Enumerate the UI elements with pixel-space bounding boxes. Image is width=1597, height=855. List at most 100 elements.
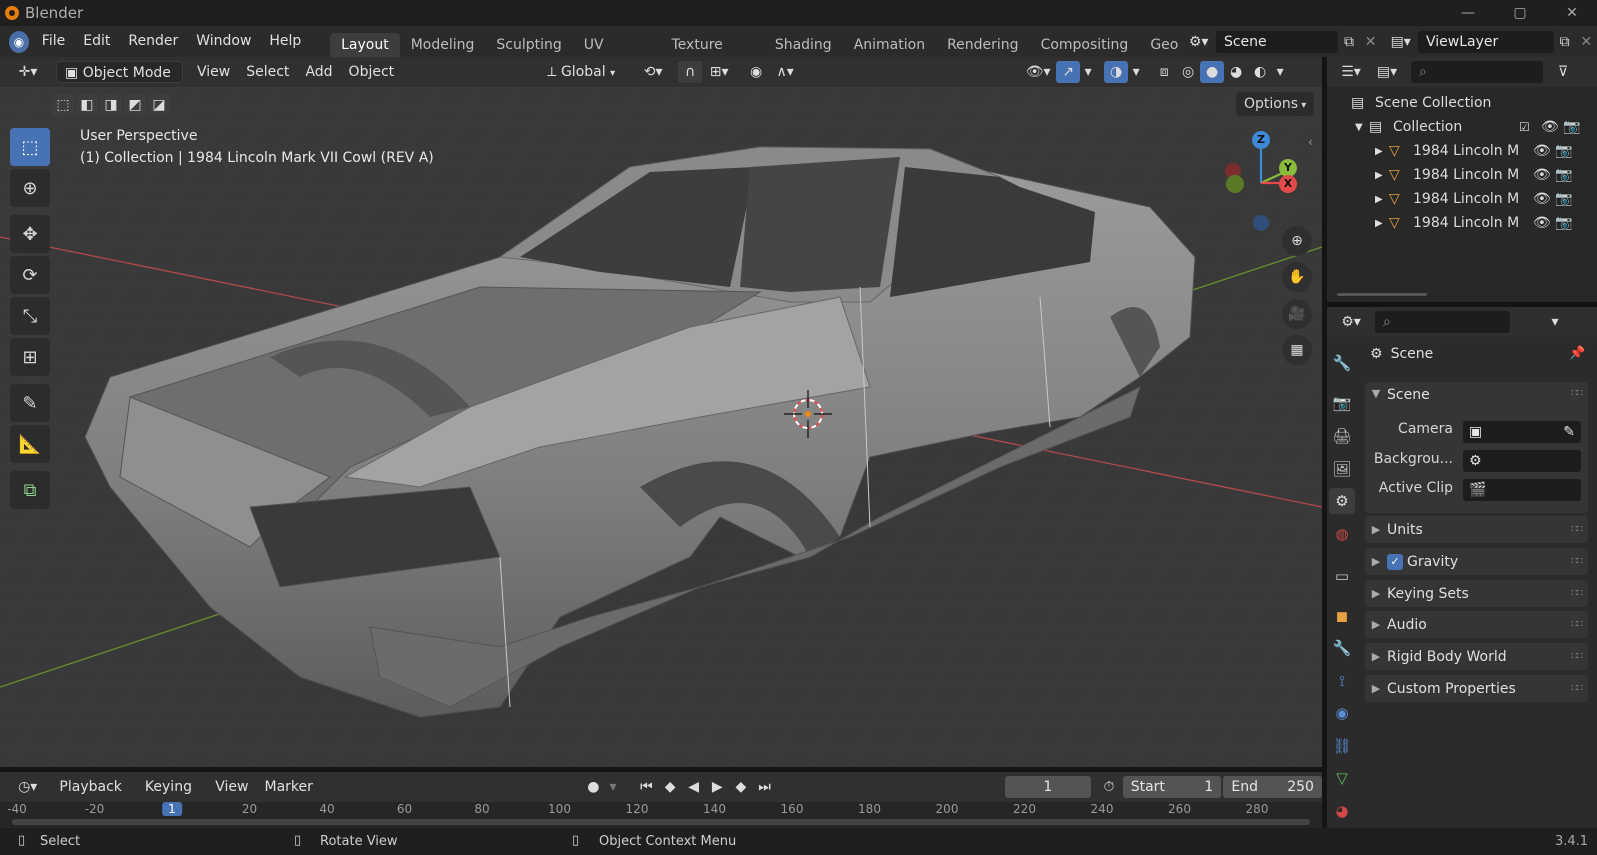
pin-icon[interactable]: 📌 [1569, 346, 1585, 361]
object-icon[interactable]: ◼ [1329, 603, 1355, 629]
outliner-search-input[interactable]: ⌕ [1411, 61, 1543, 83]
maximize-button[interactable]: ▢ [1497, 0, 1543, 26]
snap-target-icon[interactable]: ⊞▾ [702, 61, 736, 83]
eye-icon[interactable]: 👁 [1533, 215, 1555, 231]
rigid-body-world-panel[interactable]: ▶ Rigid Body World ∷∷ [1365, 643, 1588, 670]
particles-icon[interactable]: ⟟ [1329, 668, 1355, 694]
jump-start-icon[interactable]: ⏮ [635, 776, 659, 798]
play-reverse-icon[interactable]: ◀ [682, 776, 706, 798]
expand-arrow-icon[interactable]: ▶ [1375, 218, 1389, 229]
expand-arrow-icon[interactable]: ▶ [1375, 170, 1389, 181]
expand-arrow-icon[interactable]: ▶ [1375, 194, 1389, 205]
scene-browse-icon[interactable]: ⚙▾ [1183, 31, 1214, 53]
menu-object[interactable]: Object [341, 61, 403, 83]
delete-scene-icon[interactable]: ✕ [1360, 31, 1382, 53]
select-subtract-icon[interactable]: ◨ [100, 94, 122, 116]
outliner-object-row[interactable]: ▶ ▽ 1984 Lincoln M 👁 📷 [1327, 187, 1597, 211]
start-frame-field[interactable]: Start 1 [1122, 776, 1222, 798]
drag-handle-icon[interactable]: ∷∷ [1571, 524, 1583, 535]
chevron-down-icon[interactable]: ▾ [1128, 61, 1144, 83]
outliner-collection[interactable]: ▼ ▤ Collection ☑ 👁 📷 [1327, 115, 1597, 139]
playhead[interactable]: 1 [162, 802, 182, 816]
chevron-down-icon[interactable]: ▾ [1546, 311, 1564, 333]
chevron-down-icon[interactable]: ▾ [1080, 61, 1096, 83]
timeline-editor-type-icon[interactable]: ◷▾ [10, 776, 45, 798]
delete-view-layer-icon[interactable]: ✕ [1575, 31, 1597, 53]
add-cube-tool-icon[interactable]: ⧉ [10, 471, 50, 509]
menu-playback[interactable]: Playback ▾ [51, 776, 137, 818]
view-layer-icon[interactable]: 🖼 [1329, 456, 1355, 482]
cursor-tool-icon[interactable]: ⊕ [10, 169, 50, 207]
snap-icon[interactable]: ∩ [678, 61, 703, 83]
scene-name-field[interactable]: Scene [1215, 30, 1339, 53]
drag-handle-icon[interactable]: ∷∷ [1571, 683, 1583, 694]
new-scene-icon[interactable]: ⧉ [1338, 31, 1360, 53]
gizmo-icon[interactable]: ↗ [1056, 61, 1081, 83]
render-camera-icon[interactable]: 📷 [1555, 167, 1577, 183]
close-button[interactable]: ✕ [1549, 0, 1595, 26]
expand-arrow-icon[interactable]: ▼ [1355, 122, 1369, 133]
drag-handle-icon[interactable]: ∷∷ [1571, 388, 1583, 399]
drag-handle-icon[interactable]: ∷∷ [1571, 588, 1583, 599]
expand-arrow-icon[interactable]: ▶ [1375, 146, 1389, 157]
select-invert-icon[interactable]: ◩ [124, 94, 146, 116]
auto-keying-icon[interactable]: ● [582, 776, 606, 798]
pivot-icon[interactable]: ⟲▾ [636, 61, 670, 83]
tab-geometry-nodes[interactable]: Geo [1139, 33, 1183, 57]
outliner-object-row[interactable]: ▶ ▽ 1984 Lincoln M 👁 📷 [1327, 211, 1597, 235]
tab-layout[interactable]: Layout [330, 32, 400, 57]
material-shading-icon[interactable]: ◕ [1224, 61, 1248, 83]
select-extend-icon[interactable]: ◧ [76, 94, 98, 116]
pan-hand-icon[interactable]: ✋ [1282, 262, 1312, 292]
drag-handle-icon[interactable]: ∷∷ [1571, 556, 1583, 567]
rendered-shading-icon[interactable]: ◐ [1248, 61, 1272, 83]
menu-render[interactable]: Render [119, 26, 187, 57]
scale-tool-icon[interactable]: ⤡ [10, 297, 50, 335]
proportional-edit-icon[interactable]: ◉ [744, 61, 768, 83]
camera-view-icon[interactable]: 🎥 [1282, 299, 1312, 329]
properties-editor-type-icon[interactable]: ⚙▾ [1333, 311, 1369, 333]
tab-shading[interactable]: Shading [764, 33, 843, 57]
tab-rendering[interactable]: Rendering [936, 33, 1030, 57]
scene-panel-title[interactable]: Scene [1387, 387, 1430, 403]
falloff-icon[interactable]: ∧▾ [768, 61, 802, 83]
outliner-scrollbar[interactable] [1337, 293, 1427, 296]
outliner-object-row[interactable]: ▶ ▽ 1984 Lincoln M 👁 📷 [1327, 163, 1597, 187]
physics-icon[interactable]: ◉ [1329, 700, 1355, 726]
minimize-button[interactable]: — [1445, 0, 1491, 26]
overlay-icon[interactable]: ◑ [1104, 61, 1129, 83]
eyedropper-icon[interactable]: ✎ [1563, 421, 1575, 443]
measure-tool-icon[interactable]: 📐 [10, 425, 50, 463]
3d-viewport[interactable]: Z Y X User Perspective (1) Collection | … [0, 87, 1322, 767]
editor-type-icon[interactable]: ✛▾ [10, 61, 46, 83]
menu-timeline-view[interactable]: View [207, 776, 256, 798]
jump-end-icon[interactable]: ⏭ [753, 776, 777, 798]
active-clip-field[interactable]: 🎬 [1463, 479, 1581, 501]
tool-icon[interactable]: 🔧 [1329, 350, 1355, 376]
audio-panel[interactable]: ▶ Audio ∷∷ [1365, 611, 1588, 638]
filter-icon[interactable]: ⊽ [1551, 61, 1575, 83]
properties-search-input[interactable]: ⌕ [1375, 311, 1510, 333]
gravity-checkbox[interactable]: ✓ [1387, 553, 1403, 570]
move-tool-icon[interactable]: ✥ [10, 215, 50, 253]
eye-icon[interactable]: 👁 [1533, 167, 1555, 183]
outliner-object-row[interactable]: ▶ ▽ 1984 Lincoln M 👁 📷 [1327, 139, 1597, 163]
exclude-checkbox[interactable]: ☑ [1519, 120, 1541, 134]
units-panel[interactable]: ▶ Units ∷∷ [1365, 516, 1588, 543]
tab-animation[interactable]: Animation [843, 33, 936, 57]
collection-icon[interactable]: ▭ [1329, 563, 1355, 589]
menu-select[interactable]: Select [238, 61, 297, 83]
outliner-editor-type-icon[interactable]: ☰▾ [1333, 61, 1369, 83]
output-icon[interactable]: 🖨 [1329, 423, 1355, 449]
eye-icon[interactable]: 👁 [1541, 119, 1563, 135]
collapse-arrow-icon[interactable]: ▼ [1365, 387, 1387, 400]
menu-add[interactable]: Add [297, 61, 340, 83]
menu-help[interactable]: Help [260, 26, 310, 57]
orientation-dropdown[interactable]: ⟂ Global ▾ [539, 61, 636, 83]
chevron-down-icon[interactable]: ▾ [1272, 61, 1288, 83]
chevron-down-icon[interactable]: ▾ [605, 776, 621, 798]
rotate-tool-icon[interactable]: ⟳ [10, 256, 50, 294]
gizmo-x-icon[interactable]: X [1279, 175, 1297, 193]
scene-icon[interactable]: ⚙ [1329, 488, 1355, 514]
annotate-tool-icon[interactable]: ✎ [10, 384, 50, 422]
